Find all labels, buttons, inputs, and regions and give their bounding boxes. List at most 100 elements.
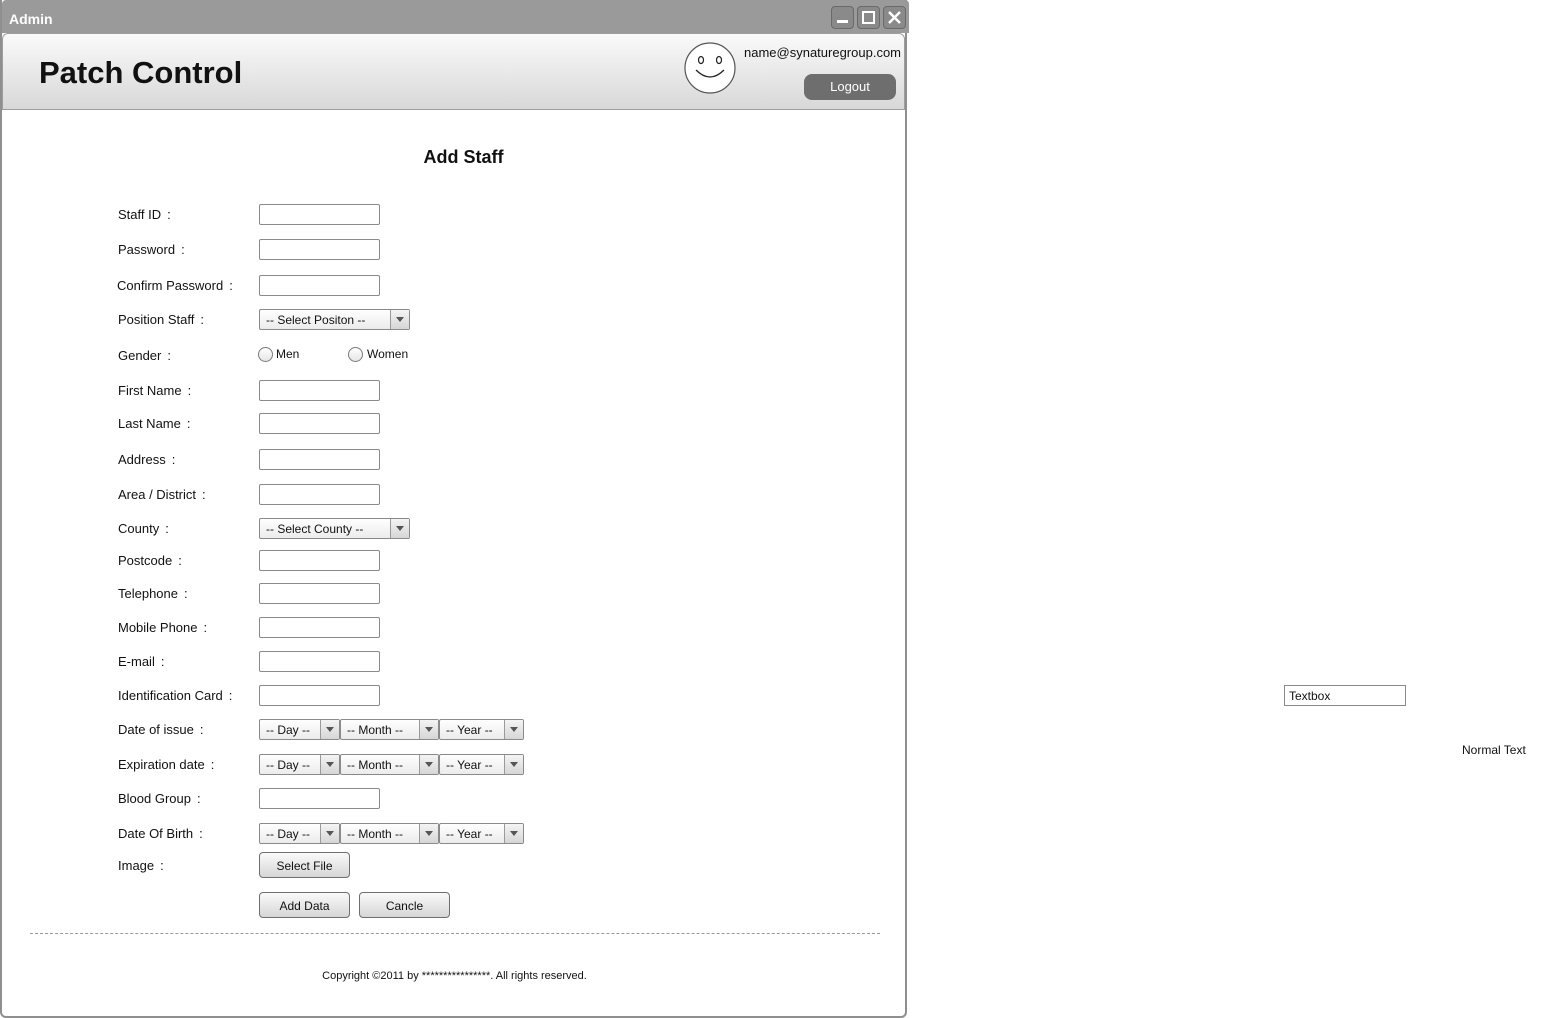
- image-label: Image:: [118, 858, 164, 873]
- blood-group-input[interactable]: [259, 788, 380, 809]
- issue-month-select[interactable]: -- Month --: [340, 719, 439, 740]
- dropdown-arrow-icon: [419, 755, 438, 774]
- title-bar: Admin: [2, 0, 909, 33]
- birth-day-select[interactable]: -- Day --: [259, 823, 340, 844]
- dropdown-arrow-icon: [504, 755, 523, 774]
- last-name-label: Last Name:: [118, 416, 191, 431]
- dropdown-arrow-icon: [419, 824, 438, 843]
- email-input[interactable]: [259, 651, 380, 672]
- cancel-button[interactable]: Cancle: [359, 892, 450, 918]
- birth-year-value: -- Year --: [446, 827, 493, 841]
- gender-men-radio[interactable]: [258, 347, 273, 362]
- expiration-day-select[interactable]: -- Day --: [259, 754, 340, 775]
- add-data-button[interactable]: Add Data: [259, 892, 350, 918]
- select-file-button[interactable]: Select File: [259, 852, 350, 878]
- minimize-button[interactable]: [831, 6, 854, 29]
- password-input[interactable]: [259, 239, 380, 260]
- page-title: Add Staff: [423, 147, 504, 167]
- expiration-month-value: -- Month --: [347, 758, 404, 772]
- legend-normal-text-sample: Normal Text: [1462, 743, 1526, 757]
- blood-group-row: Blood Group:: [2, 788, 909, 810]
- telephone-row: Telephone:: [2, 583, 909, 605]
- blood-group-label: Blood Group:: [118, 791, 201, 806]
- area-district-row: Area / District:: [2, 484, 909, 506]
- telephone-label: Telephone:: [118, 586, 188, 601]
- dropdown-arrow-icon: [320, 824, 339, 843]
- postcode-row: Postcode:: [2, 550, 909, 572]
- email-label: E-mail:: [118, 654, 165, 669]
- position-select[interactable]: -- Select Positon --: [259, 309, 410, 330]
- expiration-year-select[interactable]: -- Year --: [439, 754, 524, 775]
- issue-month-value: -- Month --: [347, 723, 404, 737]
- close-icon: [888, 11, 901, 24]
- date-of-issue-row: Date of issue: -- Day -- -- Month -- -- …: [2, 719, 909, 741]
- gender-women-radio[interactable]: [348, 347, 363, 362]
- birth-month-select[interactable]: -- Month --: [340, 823, 439, 844]
- user-email: name@synaturegroup.com: [744, 45, 901, 60]
- date-of-birth-label: Date Of Birth:: [118, 826, 203, 841]
- smiley-face-icon[interactable]: [684, 42, 736, 94]
- mobile-phone-label: Mobile Phone:: [118, 620, 208, 635]
- email-row: E-mail:: [2, 651, 909, 673]
- last-name-row: Last Name:: [2, 413, 909, 435]
- dropdown-arrow-icon: [504, 720, 523, 739]
- first-name-input[interactable]: [259, 380, 380, 401]
- identification-card-label: Identification Card:: [118, 688, 233, 703]
- app-name: Patch Control: [39, 55, 243, 90]
- image-row: Image: Select File: [2, 852, 909, 878]
- county-select[interactable]: -- Select County --: [259, 518, 410, 539]
- expiration-month-select[interactable]: -- Month --: [340, 754, 439, 775]
- first-name-label: First Name:: [118, 383, 192, 398]
- area-district-input[interactable]: [259, 484, 380, 505]
- last-name-input[interactable]: [259, 413, 380, 434]
- date-of-birth-row: Date Of Birth: -- Day -- -- Month -- -- …: [2, 823, 909, 845]
- telephone-input[interactable]: [259, 583, 380, 604]
- gender-label: Gender:: [118, 348, 171, 363]
- app-header: Patch Control name@synaturegroup.com Log…: [2, 33, 905, 110]
- postcode-input[interactable]: [259, 550, 380, 571]
- mobile-phone-row: Mobile Phone:: [2, 617, 909, 639]
- password-label: Password:: [118, 242, 185, 257]
- expiration-date-label: Expiration date:: [118, 757, 215, 772]
- issue-year-select[interactable]: -- Year --: [439, 719, 524, 740]
- position-select-value: -- Select Positon --: [266, 313, 366, 327]
- confirm-password-label: Confirm Password:: [117, 278, 233, 293]
- gender-men-label: Men: [276, 347, 300, 361]
- maximize-button[interactable]: [857, 6, 880, 29]
- county-select-value: -- Select County --: [266, 522, 364, 536]
- mobile-phone-input[interactable]: [259, 617, 380, 638]
- logout-button[interactable]: Logout: [804, 74, 896, 100]
- address-input[interactable]: [259, 449, 380, 470]
- position-staff-row: Position Staff: -- Select Positon --: [2, 309, 909, 331]
- minimize-icon: [837, 20, 848, 23]
- area-district-label: Area / District:: [118, 487, 206, 502]
- dropdown-arrow-icon: [419, 720, 438, 739]
- issue-day-select[interactable]: -- Day --: [259, 719, 340, 740]
- confirm-password-row: Confirm Password:: [2, 275, 909, 297]
- window-title: Admin: [9, 11, 53, 27]
- dropdown-arrow-icon: [320, 720, 339, 739]
- identification-card-row: Identification Card:: [2, 685, 909, 707]
- gender-women-label: Women: [367, 347, 409, 361]
- position-staff-label: Position Staff:: [118, 312, 204, 327]
- maximize-icon: [862, 11, 875, 24]
- dropdown-arrow-icon: [390, 310, 409, 329]
- confirm-password-input[interactable]: [259, 275, 380, 296]
- address-label: Address:: [118, 452, 176, 467]
- county-row: County: -- Select County --: [2, 518, 909, 540]
- county-label: County:: [118, 521, 169, 536]
- copyright-text: Copyright ©2011 by ****************. All…: [322, 970, 587, 982]
- issue-year-value: -- Year --: [446, 723, 493, 737]
- first-name-row: First Name:: [2, 380, 909, 402]
- app-window: Admin Patch Control name@synaturegroup.c…: [0, 0, 909, 1018]
- birth-month-value: -- Month --: [347, 827, 404, 841]
- staff-id-input[interactable]: [259, 204, 380, 225]
- expiration-year-value: -- Year --: [446, 758, 493, 772]
- close-button[interactable]: [883, 6, 906, 29]
- dropdown-arrow-icon: [504, 824, 523, 843]
- address-row: Address:: [2, 449, 909, 471]
- identification-card-input[interactable]: [259, 685, 380, 706]
- postcode-label: Postcode:: [118, 553, 182, 568]
- footer-divider: [30, 933, 880, 934]
- birth-year-select[interactable]: -- Year --: [439, 823, 524, 844]
